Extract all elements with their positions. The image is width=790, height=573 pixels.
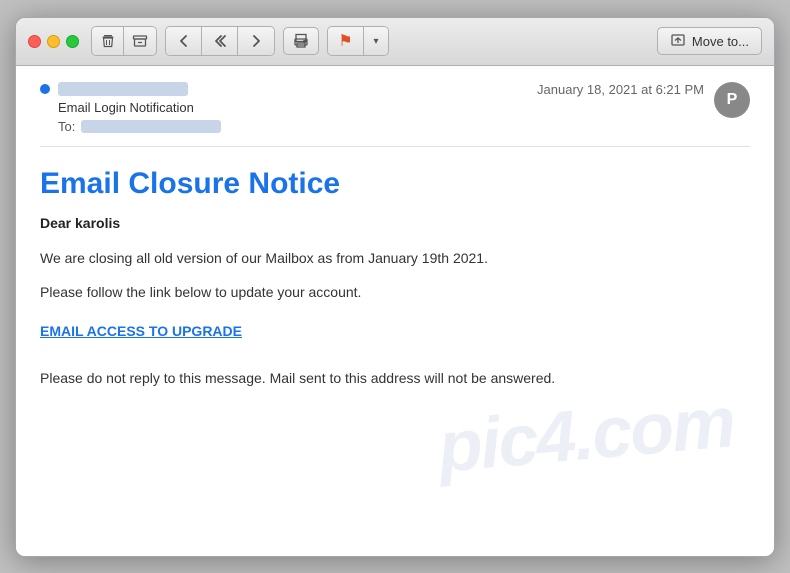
sender-row	[40, 82, 221, 96]
close-button[interactable]	[28, 35, 41, 48]
email-body: Email Closure Notice Dear karolis We are…	[40, 151, 750, 390]
toolbar: ⚑ ▾ Move to...	[16, 18, 774, 66]
to-label: To:	[58, 119, 75, 134]
traffic-lights	[28, 35, 79, 48]
delete-archive-group	[91, 26, 157, 56]
back-all-button[interactable]	[202, 27, 238, 55]
navigation-group	[165, 26, 275, 56]
moveto-icon	[670, 33, 686, 49]
mail-window: ⚑ ▾ Move to... pic4.com Email Login Not	[15, 17, 775, 557]
email-title: Email Closure Notice	[40, 167, 750, 201]
watermark: pic4.com	[435, 381, 737, 488]
email-date: January 18, 2021 at 6:21 PM	[537, 82, 704, 97]
minimize-button[interactable]	[47, 35, 60, 48]
maximize-button[interactable]	[66, 35, 79, 48]
flag-button[interactable]: ⚑	[328, 27, 364, 55]
body-paragraph-1: We are closing all old version of our Ma…	[40, 247, 750, 269]
unread-indicator	[40, 84, 50, 94]
forward-button[interactable]	[238, 27, 274, 55]
move-to-button[interactable]: Move to...	[657, 27, 762, 55]
print-button[interactable]	[283, 27, 319, 55]
recipient-address	[81, 120, 221, 133]
upgrade-link[interactable]: EMAIL ACCESS TO UPGRADE	[40, 323, 242, 339]
footer-text: Please do not reply to this message. Mai…	[40, 367, 750, 389]
delete-button[interactable]	[92, 27, 124, 55]
header-right: January 18, 2021 at 6:21 PM P	[537, 82, 750, 118]
back-button[interactable]	[166, 27, 202, 55]
body-paragraph-2: Please follow the link below to update y…	[40, 281, 750, 303]
archive-button[interactable]	[124, 27, 156, 55]
greeting-text: Dear karolis	[40, 215, 750, 231]
email-header: Email Login Notification To: January 18,…	[40, 82, 750, 147]
email-content: pic4.com Email Login Notification To: Ja…	[16, 66, 774, 556]
sender-address	[58, 82, 188, 96]
flag-dropdown-button[interactable]: ▾	[364, 27, 388, 55]
email-subject: Email Login Notification	[58, 100, 221, 115]
sender-avatar: P	[714, 82, 750, 118]
to-row: To:	[58, 119, 221, 134]
sender-section: Email Login Notification To:	[40, 82, 221, 134]
move-to-label: Move to...	[692, 34, 749, 49]
flag-group: ⚑ ▾	[327, 26, 389, 56]
